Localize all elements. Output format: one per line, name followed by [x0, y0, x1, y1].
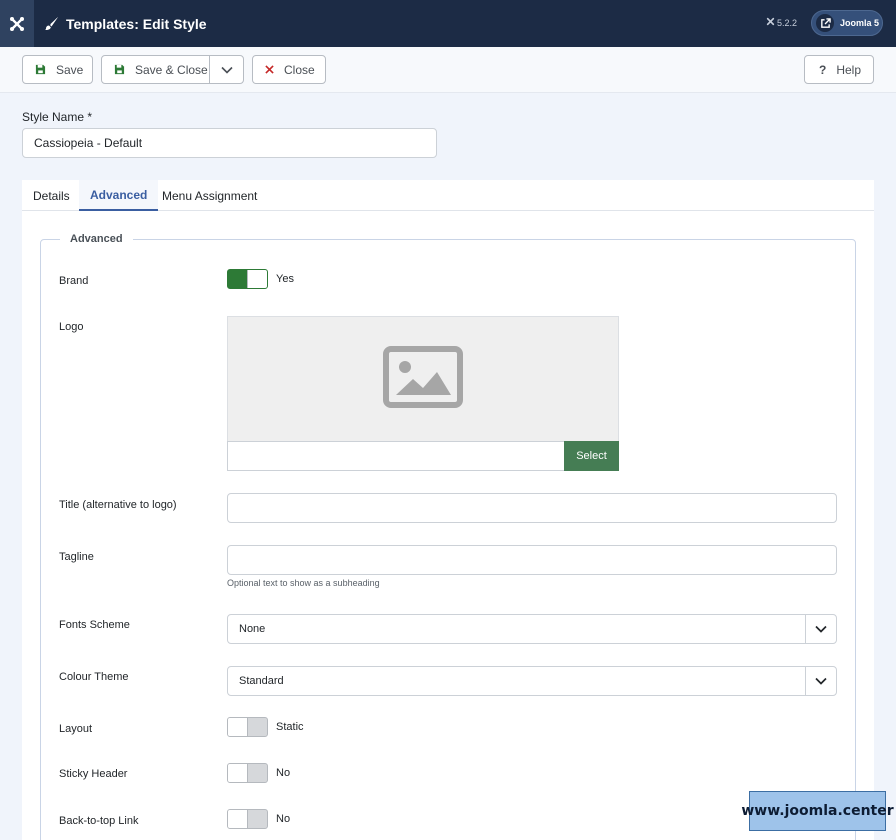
colour-theme-select[interactable]: Standard	[227, 666, 837, 696]
layout-switch[interactable]	[227, 717, 268, 737]
layout-label: Layout	[59, 723, 93, 735]
save-button[interactable]: Save	[22, 55, 93, 84]
version-badge: 5.2.2	[766, 17, 797, 28]
title-label: Title (alternative to logo)	[59, 499, 177, 511]
save-icon	[114, 64, 125, 75]
joomla-site-link[interactable]: Joomla 5	[811, 10, 883, 36]
fonts-scheme-label: Fonts Scheme	[59, 619, 130, 631]
version-text: 5.2.2	[777, 17, 798, 28]
tab-bar: Details Advanced Menu Assignment	[22, 180, 874, 211]
switch-knob	[228, 718, 248, 736]
switch-knob	[228, 764, 248, 782]
back-to-top-label: Back-to-top Link	[59, 815, 139, 827]
brand-switch[interactable]	[227, 269, 268, 289]
joomla-logo-icon[interactable]	[0, 0, 34, 47]
save-label: Save	[56, 62, 84, 77]
image-placeholder-icon	[383, 345, 463, 413]
chevron-down-icon	[805, 615, 836, 643]
logo-preview	[227, 316, 619, 442]
tab-advanced[interactable]: Advanced	[79, 180, 159, 211]
colour-theme-label: Colour Theme	[59, 671, 129, 683]
save-close-label: Save & Close	[135, 62, 208, 77]
close-button[interactable]: Close	[252, 55, 326, 84]
question-icon: ?	[819, 62, 827, 77]
chevron-down-icon	[805, 667, 836, 695]
brand-label: Brand	[59, 275, 89, 287]
joomla-site-label: Joomla 5	[840, 18, 880, 28]
title-input[interactable]	[227, 493, 837, 523]
tagline-hint: Optional text to show as a subheading	[227, 578, 380, 588]
help-label: Help	[836, 62, 862, 77]
switch-knob	[247, 270, 267, 288]
external-link-icon	[816, 14, 834, 32]
watermark: www.joomla.center	[741, 791, 894, 831]
style-name-label: Style Name *	[22, 110, 93, 124]
close-label: Close	[284, 62, 315, 77]
toolbar: Save Save & Close Close ? Help	[0, 47, 896, 93]
back-to-top-state: No	[276, 813, 291, 825]
tab-details[interactable]: Details	[33, 180, 70, 211]
layout-state: Static	[276, 721, 304, 733]
logo-select-button[interactable]: Select	[564, 441, 619, 471]
tab-menu-assignment[interactable]: Menu Assignment	[162, 180, 257, 211]
sticky-header-label: Sticky Header	[59, 768, 128, 780]
save-icon	[35, 64, 46, 75]
help-button[interactable]: ? Help	[804, 55, 874, 84]
save-options-dropdown[interactable]	[209, 55, 244, 84]
sticky-header-state: No	[276, 767, 291, 779]
close-icon	[265, 65, 274, 74]
switch-knob	[228, 810, 248, 828]
fonts-scheme-value: None	[239, 623, 266, 635]
joomla-small-icon	[766, 17, 775, 28]
style-name-input[interactable]: Cassiopeia - Default	[22, 128, 437, 158]
tagline-label: Tagline	[59, 551, 94, 563]
app-header: Templates: Edit Style 5.2.2 Joomla 5	[0, 0, 896, 47]
logo-label: Logo	[59, 321, 84, 333]
brand-state: Yes	[276, 273, 294, 285]
sticky-header-switch[interactable]	[227, 763, 268, 783]
colour-theme-value: Standard	[239, 675, 284, 687]
back-to-top-switch[interactable]	[227, 809, 268, 829]
paint-brush-icon	[44, 16, 59, 31]
fieldset-legend: Advanced	[60, 233, 133, 245]
fonts-scheme-select[interactable]: None	[227, 614, 837, 644]
logo-path-input[interactable]	[227, 441, 565, 471]
save-close-button[interactable]: Save & Close	[101, 55, 210, 84]
chevron-down-icon	[220, 61, 233, 79]
page-title: Templates: Edit Style	[44, 0, 207, 47]
tagline-input[interactable]	[227, 545, 837, 575]
page-title-text: Templates: Edit Style	[66, 15, 207, 32]
